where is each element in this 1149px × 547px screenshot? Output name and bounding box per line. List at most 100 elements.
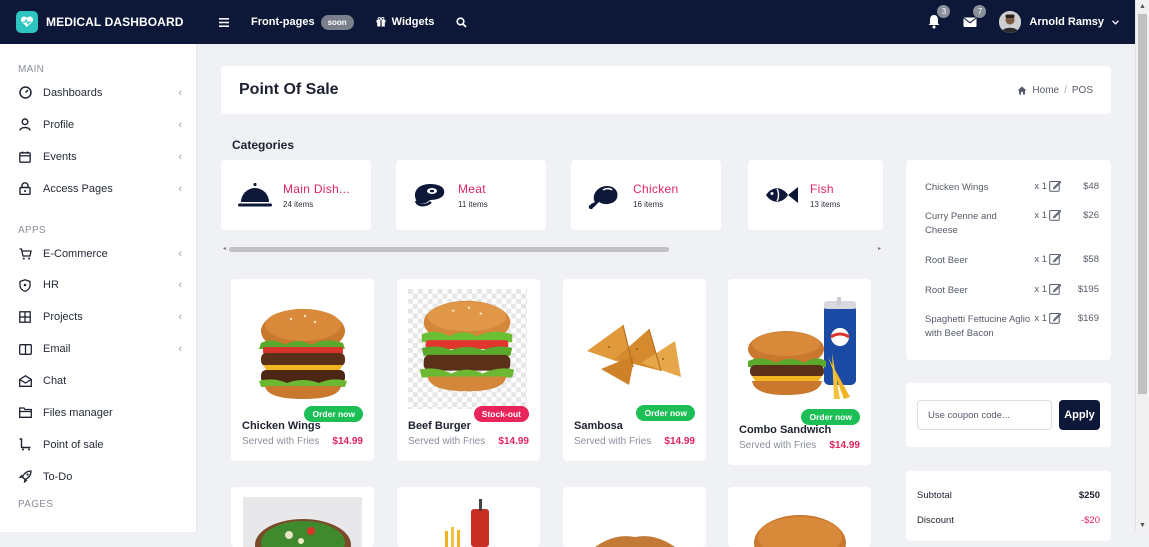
- steak-icon: [414, 184, 445, 207]
- product-card-salad[interactable]: [231, 487, 374, 547]
- category-count: 24 items: [283, 199, 314, 209]
- page-title: Point Of Sale: [239, 81, 339, 98]
- sidebar-item-label: E-Commerce: [43, 247, 108, 260]
- sidebar-item-label: Point of sale: [43, 438, 104, 451]
- chevron-left-icon: ‹: [178, 118, 182, 131]
- edit-icon[interactable]: [1049, 253, 1061, 265]
- order-now-badge[interactable]: Order now: [801, 409, 860, 425]
- order-now-badge[interactable]: Order now: [636, 405, 695, 421]
- categories-scrollbar[interactable]: ◂ ▸: [221, 245, 883, 253]
- coupon-input[interactable]: [917, 400, 1052, 430]
- product-card-beef-burger[interactable]: Stock-out Beef Burger Served with Fries …: [397, 279, 540, 461]
- order-cart-panel: Chicken Wings x 1 $48 Curry Penne and Ch…: [906, 160, 1111, 360]
- search-icon[interactable]: [456, 16, 467, 28]
- edit-icon[interactable]: [1049, 180, 1061, 192]
- category-card-main-dishes[interactable]: Main Dish... 24 items: [221, 160, 371, 230]
- category-name: Main Dish...: [283, 181, 350, 196]
- sidebar-item-projects[interactable]: Projects ‹: [0, 301, 196, 333]
- sidebar-item-todo[interactable]: To-Do: [0, 461, 196, 493]
- product-card-combo-sandwich[interactable]: Order now Combo Sandwich Served with Fri…: [728, 279, 871, 465]
- cart-row: Root Beer x 1 $195: [925, 283, 1099, 298]
- chevron-left-icon: ‹: [178, 279, 182, 292]
- edit-icon[interactable]: [1049, 312, 1061, 324]
- cart-item-qty: x 1: [1034, 181, 1047, 192]
- scroll-down-arrow-icon[interactable]: ▼: [1139, 522, 1146, 529]
- product-card-burger-2[interactable]: [728, 487, 871, 547]
- sidebar-item-label: Events: [43, 150, 77, 163]
- pos-cart-icon: [18, 438, 32, 452]
- product-price: $14.99: [332, 436, 363, 447]
- page-header: Point Of Sale Home / POS: [221, 66, 1111, 114]
- sidebar-item-profile[interactable]: Profile ‹: [0, 109, 196, 141]
- sidebar-item-chat[interactable]: Chat: [0, 365, 196, 397]
- sidebar: MAIN Dashboards ‹ Profile ‹ Events ‹ Acc…: [0, 44, 197, 532]
- scroll-left-arrow-icon[interactable]: ◂: [223, 245, 226, 252]
- burger-image: [259, 309, 347, 399]
- product-name: Beef Burger: [408, 420, 471, 432]
- sidebar-section-main: MAIN: [18, 64, 45, 75]
- chevron-left-icon: ‹: [178, 86, 182, 99]
- chevron-left-icon: ‹: [178, 182, 182, 195]
- categories-title: Categories: [232, 138, 295, 152]
- hamburger-icon[interactable]: [219, 17, 229, 27]
- sidebar-item-ecommerce[interactable]: E-Commerce ‹: [0, 238, 196, 270]
- sidebar-item-files-manager[interactable]: Files manager: [0, 397, 196, 429]
- product-name: Chicken Wings: [242, 420, 321, 432]
- cart-item-qty: x 1: [1034, 210, 1047, 221]
- breadcrumb-home-link[interactable]: Home: [1032, 85, 1059, 96]
- fish-icon: [766, 187, 798, 203]
- sidebar-item-hr[interactable]: HR ‹: [0, 269, 196, 301]
- message-count-badge: 7: [973, 5, 987, 18]
- sidebar-item-label: To-Do: [43, 470, 73, 483]
- edit-icon[interactable]: [1049, 283, 1061, 295]
- burger-image: [754, 515, 846, 547]
- frontpages-menu[interactable]: Front-pages soon: [251, 14, 354, 30]
- notifications-bell-icon[interactable]: 3: [927, 5, 951, 30]
- sidebar-item-label: Email: [43, 343, 71, 356]
- product-price: $14.99: [664, 436, 695, 447]
- category-card-meat[interactable]: Meat 11 items: [396, 160, 546, 230]
- cart-row: Chicken Wings x 1 $48: [925, 180, 1099, 195]
- frontpages-label: Front-pages: [251, 16, 315, 28]
- product-name: Combo Sandwich: [739, 424, 832, 436]
- apply-coupon-button[interactable]: Apply: [1059, 400, 1100, 430]
- burger-image: [408, 289, 527, 409]
- scroll-up-arrow-icon[interactable]: ▲: [1139, 3, 1146, 10]
- sidebar-item-access-pages[interactable]: Access Pages ‹: [0, 173, 196, 205]
- chevron-left-icon: ‹: [178, 343, 182, 356]
- category-card-chicken[interactable]: Chicken 16 items: [571, 160, 721, 230]
- product-card-sambosa[interactable]: Order now Sambosa Served with Fries $14.…: [563, 279, 706, 461]
- widgets-menu[interactable]: Widgets: [376, 16, 434, 28]
- sidebar-item-label: HR: [43, 279, 59, 292]
- messages-envelope-icon[interactable]: 7: [963, 5, 987, 30]
- scrollbar-thumb[interactable]: [229, 247, 669, 252]
- sidebar-item-point-of-sale[interactable]: Point of sale: [0, 429, 196, 461]
- salad-image: [243, 497, 362, 547]
- breadcrumb-separator: /: [1064, 84, 1067, 96]
- rocket-icon: [18, 470, 32, 484]
- product-card-pastry[interactable]: [563, 487, 706, 547]
- edit-icon[interactable]: [1049, 209, 1061, 221]
- product-card-chicken-wings[interactable]: Order now Chicken Wings Served with Frie…: [231, 279, 374, 461]
- category-card-fish[interactable]: Fish 13 items: [748, 160, 883, 230]
- cloche-icon: [238, 183, 272, 207]
- sidebar-item-events[interactable]: Events ‹: [0, 141, 196, 173]
- sidebar-item-email[interactable]: Email ‹: [0, 333, 196, 365]
- stock-out-badge: Stock-out: [473, 406, 529, 422]
- product-card-fries-drink[interactable]: [397, 487, 540, 547]
- subtotal-label: Subtotal: [917, 490, 952, 501]
- category-count: 11 items: [458, 199, 488, 209]
- subtotal-value: $250: [1078, 490, 1100, 501]
- user-menu[interactable]: Arnold Ramsy: [999, 11, 1119, 33]
- sidebar-item-label: Access Pages: [43, 182, 113, 195]
- cart-item-price: $169: [1077, 313, 1099, 324]
- category-count: 13 items: [810, 199, 841, 209]
- sidebar-item-dashboards[interactable]: Dashboards ‹: [0, 77, 196, 109]
- scrollbar-thumb[interactable]: [1138, 14, 1147, 394]
- scroll-right-arrow-icon[interactable]: ▸: [878, 245, 881, 252]
- brand[interactable]: MEDICAL DASHBOARD: [0, 11, 197, 33]
- cart-item-name: Chicken Wings: [925, 182, 989, 193]
- page-scrollbar[interactable]: ▲ ▼: [1135, 0, 1149, 532]
- cart-item-qty: x 1: [1034, 284, 1047, 295]
- brand-logo-icon: [16, 11, 38, 33]
